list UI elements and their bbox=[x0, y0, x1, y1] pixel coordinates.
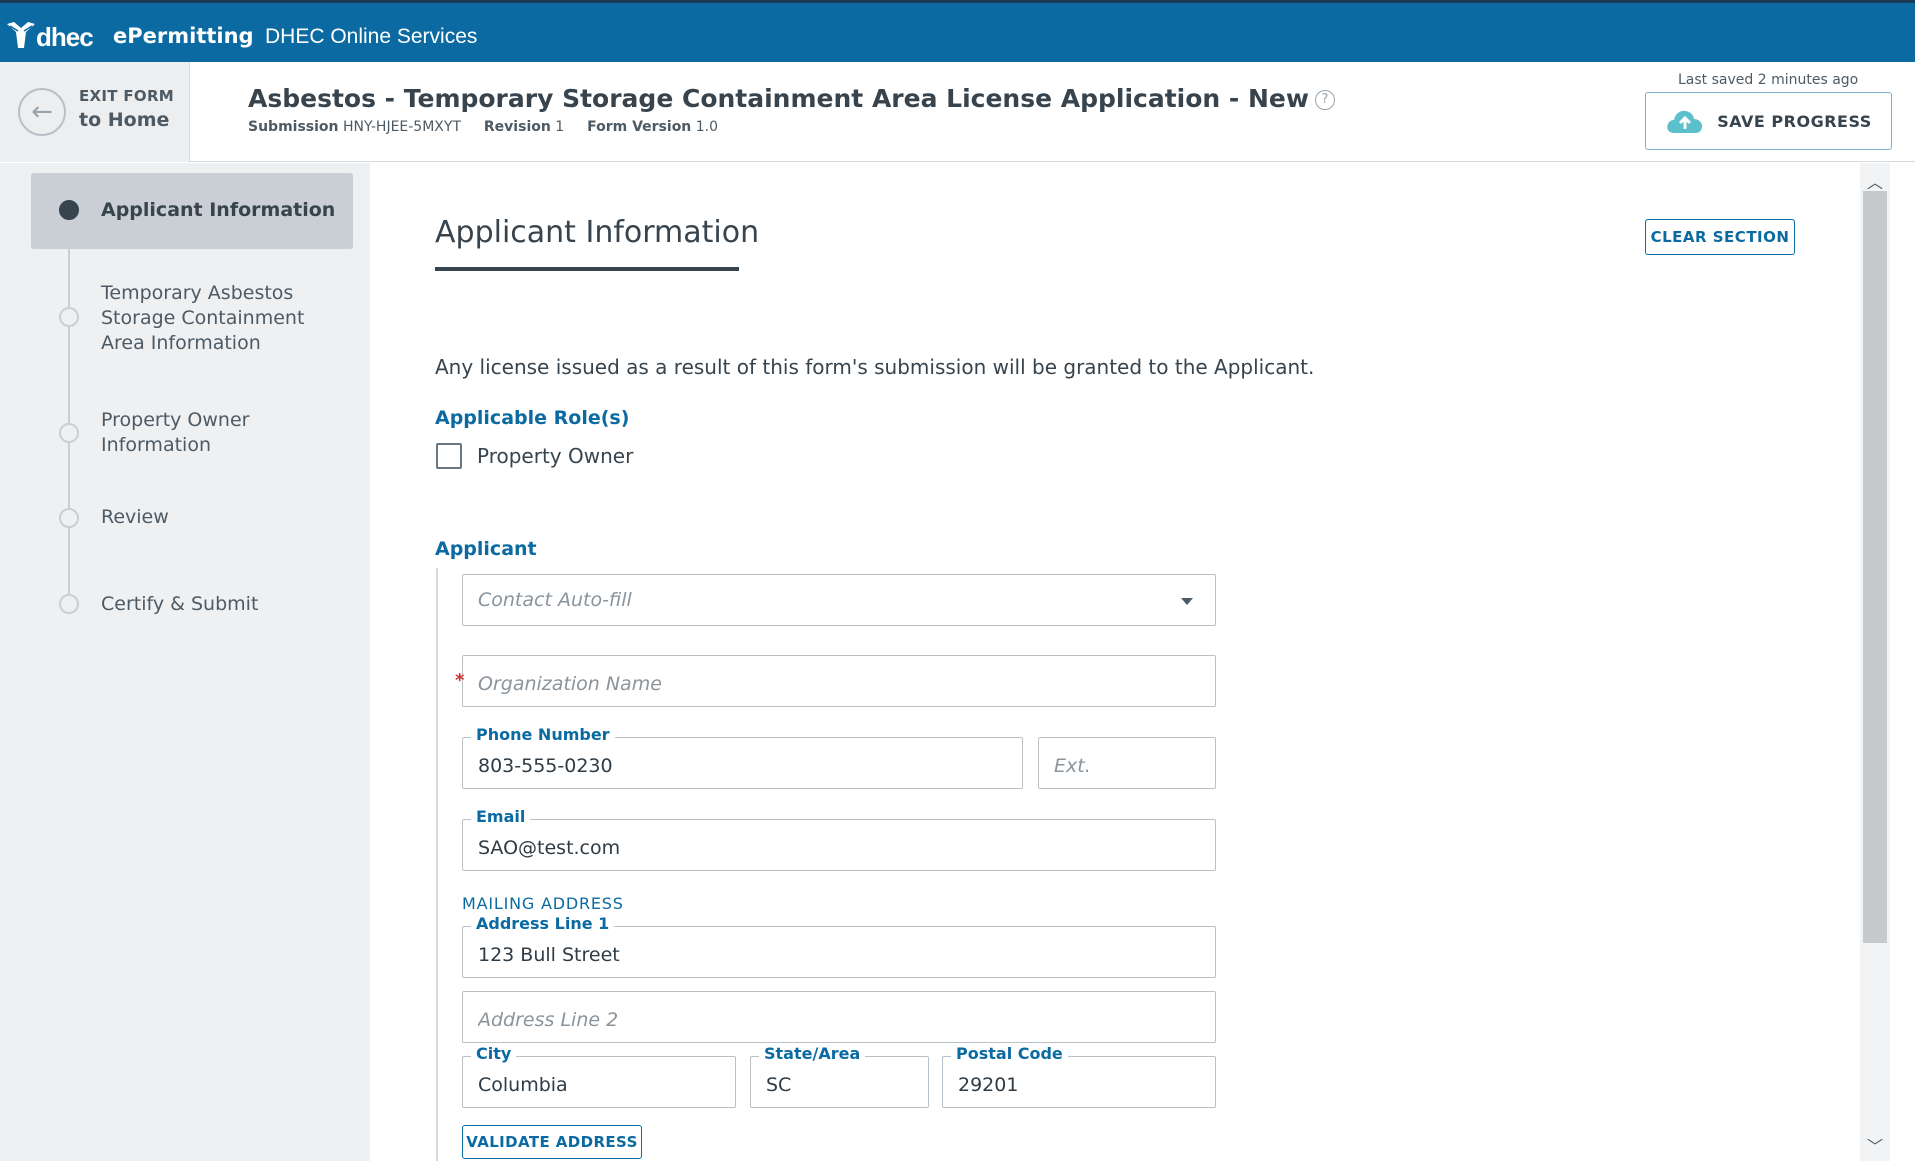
step-indicator bbox=[59, 594, 79, 614]
step-certify-submit[interactable]: Certify & Submit bbox=[101, 592, 258, 617]
step-applicant-information[interactable]: Applicant Information bbox=[101, 198, 335, 223]
save-progress-button[interactable]: SAVE PROGRESS bbox=[1645, 92, 1892, 150]
intro-text: Any license issued as a result of this f… bbox=[435, 355, 1315, 379]
step-indicator bbox=[59, 423, 79, 443]
applicable-roles-label: Applicable Role(s) bbox=[435, 407, 630, 429]
address-line1-field: Address Line 1 bbox=[462, 914, 1216, 978]
address-line2-input[interactable] bbox=[463, 992, 1215, 1042]
chevron-down-icon bbox=[1181, 598, 1193, 605]
step-review[interactable]: Review bbox=[101, 505, 169, 530]
clear-section-button[interactable]: CLEAR SECTION bbox=[1645, 219, 1795, 255]
scrollbar-thumb[interactable] bbox=[1863, 191, 1887, 943]
city-field: City bbox=[462, 1044, 736, 1108]
revision-label: Revision bbox=[483, 119, 551, 135]
last-saved-status: Last saved 2 minutes ago bbox=[1678, 72, 1859, 88]
property-owner-checkbox[interactable] bbox=[436, 443, 462, 469]
step-indicator bbox=[59, 508, 79, 528]
exit-form-button[interactable]: ← EXIT FORM to Home bbox=[0, 62, 190, 162]
online-services-link[interactable]: DHEC Online Services bbox=[265, 25, 477, 49]
email-input[interactable] bbox=[463, 820, 1215, 870]
form-version-value: 1.0 bbox=[695, 119, 718, 135]
revision-value: 1 bbox=[555, 119, 565, 135]
contact-autofill-placeholder: Contact Auto-fill bbox=[478, 589, 632, 611]
exit-form-label: EXIT FORM bbox=[79, 87, 175, 105]
form-title: Asbestos - Temporary Storage Containment… bbox=[248, 84, 1335, 113]
phone-number-field: Phone Number bbox=[462, 725, 1023, 789]
organization-name-input[interactable] bbox=[463, 656, 1215, 706]
step-indicator bbox=[59, 307, 79, 327]
palmetto-logo-icon bbox=[7, 22, 35, 48]
dhec-logo[interactable]: dhec bbox=[4, 17, 94, 53]
top-nav-bar: dhec ePermitting DHEC Online Services bbox=[0, 0, 1915, 62]
contact-autofill-dropdown[interactable]: Contact Auto-fill bbox=[462, 574, 1216, 626]
form-main-content: Applicant Information CLEAR SECTION Any … bbox=[370, 163, 1860, 1161]
state-field: State/Area bbox=[750, 1044, 929, 1108]
to-home-label: to Home bbox=[79, 109, 170, 131]
section-title: Applicant Information bbox=[435, 215, 760, 250]
postal-code-field: Postal Code bbox=[942, 1044, 1216, 1108]
phone-ext-field bbox=[1038, 737, 1216, 789]
organization-name-field: * bbox=[455, 655, 1216, 707]
phone-ext-input[interactable] bbox=[1039, 738, 1215, 788]
form-header: ← EXIT FORM to Home Asbestos - Temporary… bbox=[0, 62, 1915, 162]
scroll-down-icon[interactable]: ﹀ bbox=[1867, 1133, 1883, 1157]
logo-text: dhec bbox=[36, 21, 94, 52]
form-steps-sidebar: Applicant Information Temporary Asbestos… bbox=[0, 163, 370, 1161]
phone-number-input[interactable] bbox=[463, 738, 1022, 788]
applicant-group-rule bbox=[436, 568, 438, 1161]
step-property-owner-info[interactable]: Property Owner Information bbox=[101, 408, 261, 458]
city-input[interactable] bbox=[463, 1057, 735, 1107]
app-name-link[interactable]: ePermitting bbox=[113, 24, 254, 48]
step-indicator-active bbox=[59, 200, 79, 220]
help-icon[interactable]: ? bbox=[1314, 90, 1335, 110]
submission-info: Submission HNY-HJEE-5MXYT Revision 1 For… bbox=[248, 119, 718, 135]
form-title-text: Asbestos - Temporary Storage Containment… bbox=[248, 84, 1309, 113]
back-arrow-icon: ← bbox=[18, 88, 66, 136]
state-input[interactable] bbox=[751, 1057, 928, 1107]
main-scrollbar[interactable]: ︿ ﹀ bbox=[1860, 163, 1890, 1161]
address-line1-input[interactable] bbox=[463, 927, 1215, 977]
mailing-address-heading: MAILING ADDRESS bbox=[462, 894, 624, 913]
applicant-label: Applicant bbox=[435, 538, 537, 560]
validate-address-button[interactable]: VALIDATE ADDRESS bbox=[462, 1125, 642, 1159]
steps-connector-line bbox=[68, 208, 70, 608]
cloud-upload-icon bbox=[1667, 110, 1703, 133]
section-title-underline bbox=[435, 267, 739, 271]
scroll-up-icon[interactable]: ︿ bbox=[1867, 169, 1883, 193]
email-field: Email bbox=[462, 807, 1216, 871]
property-owner-checkbox-label[interactable]: Property Owner bbox=[477, 444, 633, 468]
form-version-label: Form Version bbox=[587, 119, 692, 135]
postal-code-input[interactable] bbox=[943, 1057, 1215, 1107]
step-temporary-storage-info[interactable]: Temporary Asbestos Storage Containment A… bbox=[101, 281, 311, 356]
submission-label: Submission bbox=[248, 119, 339, 135]
submission-id: HNY-HJEE-5MXYT bbox=[342, 119, 461, 135]
address-line2-field bbox=[462, 991, 1216, 1043]
save-progress-label: SAVE PROGRESS bbox=[1717, 111, 1872, 131]
